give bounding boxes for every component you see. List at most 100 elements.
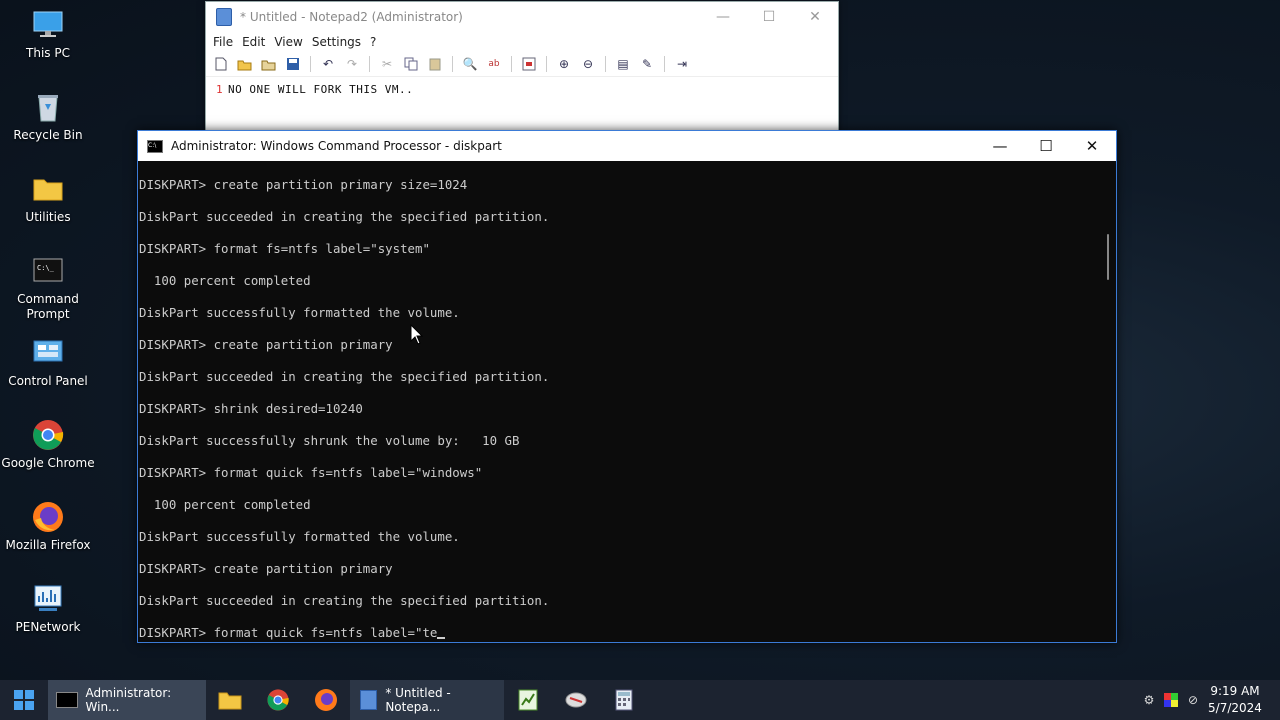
desktop-icon-label: PENetwork — [15, 620, 81, 634]
zoom-in-icon[interactable]: ⊕ — [555, 56, 573, 72]
redo-icon[interactable]: ↷ — [343, 56, 361, 72]
exit-icon[interactable]: ⇥ — [673, 56, 691, 72]
toolbar-separator — [664, 56, 665, 72]
console-line: DiskPart succeeded in creating the speci… — [139, 369, 550, 384]
scrollbar-thumb[interactable] — [1107, 234, 1109, 280]
desktop-icon-utilities[interactable]: Utilities — [0, 172, 96, 225]
console-line: 100 percent completed — [139, 497, 311, 512]
console-line: DISKPART> format quick fs=ntfs label="wi… — [139, 465, 483, 480]
find-icon[interactable]: 🔍 — [461, 56, 479, 72]
terminal-icon: C:\_ — [31, 254, 65, 288]
maximize-button[interactable]: ☐ — [1023, 131, 1069, 161]
taskbar-spreadsheet-app[interactable] — [504, 680, 552, 720]
folder-icon — [218, 692, 242, 710]
console-line: DISKPART> format quick fs=ntfs label="te — [139, 625, 446, 641]
menu-view[interactable]: View — [274, 35, 302, 49]
console-line: DISKPART> format fs=ntfs label="system" — [139, 241, 430, 256]
taskbar-firefox[interactable] — [302, 680, 350, 720]
minimize-button[interactable]: — — [977, 131, 1023, 161]
taskbar-file-explorer[interactable] — [206, 680, 254, 720]
desktop-icon-label: This PC — [26, 46, 70, 60]
desktop-icon-command-prompt[interactable]: C:\_ Command Prompt — [0, 254, 96, 322]
notepad-window[interactable]: * Untitled - Notepad2 (Administrator) — … — [205, 1, 839, 143]
minimize-button[interactable]: — — [700, 9, 746, 25]
menu-help[interactable]: ? — [370, 35, 376, 49]
network-tray-icon[interactable]: ⚙ — [1138, 680, 1160, 720]
desktop-icon-label: Google Chrome — [1, 456, 95, 470]
toolbar-separator — [511, 56, 512, 72]
desktop-icon-label: Command Prompt — [17, 292, 79, 321]
scrollbar[interactable] — [1099, 162, 1116, 642]
desktop-icon-label: Control Panel — [8, 374, 88, 388]
toolbar-separator — [546, 56, 547, 72]
browse-icon[interactable] — [260, 56, 278, 72]
desktop-icon-label: Utilities — [25, 210, 71, 224]
console-line: DiskPart successfully shrunk the volume … — [139, 433, 520, 448]
desktop-icon-this-pc[interactable]: This PC — [0, 8, 96, 61]
console-line: DISKPART> create partition primary — [139, 337, 393, 352]
folder-icon — [31, 172, 65, 206]
console-line: DiskPart succeeded in creating the speci… — [139, 593, 550, 608]
menu-file[interactable]: File — [213, 35, 233, 49]
new-file-icon[interactable] — [212, 56, 230, 72]
console-output[interactable]: DISKPART> create partition primary size=… — [138, 162, 1099, 642]
word-wrap-icon[interactable]: ▤ — [614, 56, 632, 72]
toolbar-separator — [452, 56, 453, 72]
scheme-icon[interactable]: ✎ — [638, 56, 656, 72]
taskbar-chrome[interactable] — [254, 680, 302, 720]
desktop-icon-label: Mozilla Firefox — [5, 538, 91, 552]
save-icon[interactable] — [284, 56, 302, 72]
maximize-button[interactable]: ☐ — [746, 9, 792, 25]
no-network-icon[interactable]: ⊘ — [1182, 680, 1204, 720]
desktop-icon-google-chrome[interactable]: Google Chrome — [0, 418, 96, 471]
control-panel-icon — [31, 336, 65, 370]
desktop-icon-control-panel[interactable]: Control Panel — [0, 336, 96, 389]
console-line: DISKPART> create partition primary size=… — [139, 177, 468, 192]
notepad-titlebar[interactable]: * Untitled - Notepad2 (Administrator) — … — [206, 2, 838, 32]
taskbar-cmd[interactable]: Administrator: Win... — [48, 680, 206, 720]
copy-icon[interactable] — [402, 56, 420, 72]
cmd-window[interactable]: C:\ Administrator: Windows Command Proce… — [137, 130, 1117, 643]
taskbar-notepad[interactable]: * Untitled - Notepa... — [350, 680, 504, 720]
desktop-icon-mozilla-firefox[interactable]: Mozilla Firefox — [0, 500, 96, 553]
desktop-icon-penetwork[interactable]: PENetwork — [0, 582, 96, 635]
cmd-titlebar[interactable]: C:\ Administrator: Windows Command Proce… — [138, 131, 1116, 161]
taskbar-cmd-label: Administrator: Win... — [85, 686, 172, 714]
clock-time: 9:19 AM — [1210, 684, 1260, 698]
start-button[interactable] — [0, 680, 48, 720]
paste-icon[interactable] — [426, 56, 444, 72]
taskbar: Administrator: Win... * Untitled - Notep… — [0, 680, 1280, 720]
clock[interactable]: 9:19 AM 5/7/2024 — [1204, 683, 1266, 717]
taskbar-notepad-label: * Untitled - Notepa... — [385, 686, 451, 714]
notepad-title: * Untitled - Notepad2 (Administrator) — [240, 10, 463, 24]
replace-icon[interactable]: ab — [485, 56, 503, 72]
disk-icon — [565, 692, 587, 708]
notepad-icon — [216, 8, 232, 26]
cut-icon[interactable]: ✂ — [378, 56, 396, 72]
menu-edit[interactable]: Edit — [242, 35, 265, 49]
computer-icon — [31, 8, 65, 42]
zoom-out-icon[interactable]: ⊖ — [579, 56, 597, 72]
open-folder-icon[interactable] — [236, 56, 254, 72]
color-tray-icon[interactable] — [1160, 680, 1182, 720]
desktop-icon-recycle-bin[interactable]: Recycle Bin — [0, 90, 96, 143]
undo-icon[interactable]: ↶ — [319, 56, 337, 72]
spreadsheet-icon — [518, 689, 538, 711]
taskbar-disk-tool[interactable] — [552, 680, 600, 720]
goto-icon[interactable] — [520, 56, 538, 72]
notepad-menubar: File Edit View Settings ? — [206, 32, 838, 52]
firefox-icon — [31, 500, 65, 534]
notepad-toolbar: ↶ ↷ ✂ 🔍 ab ⊕ ⊖ ▤ ✎ ⇥ — [206, 52, 838, 77]
toolbar-separator — [310, 56, 311, 72]
system-tray: ⚙ ⊘ 9:19 AM 5/7/2024 — [1138, 680, 1280, 720]
close-button[interactable]: ✕ — [792, 9, 838, 25]
taskbar-calculator[interactable] — [600, 680, 648, 720]
close-button[interactable]: ✕ — [1069, 131, 1115, 161]
console-line: 100 percent completed — [139, 273, 311, 288]
notepad-icon — [360, 690, 378, 710]
console-line: DiskPart successfully formatted the volu… — [139, 305, 460, 320]
menu-settings[interactable]: Settings — [312, 35, 361, 49]
notepad-editor[interactable]: 1 NO ONE WILL FORK THIS VM.. — [206, 77, 838, 137]
chrome-icon — [267, 689, 289, 711]
editor-text[interactable]: NO ONE WILL FORK THIS VM.. — [228, 83, 413, 96]
